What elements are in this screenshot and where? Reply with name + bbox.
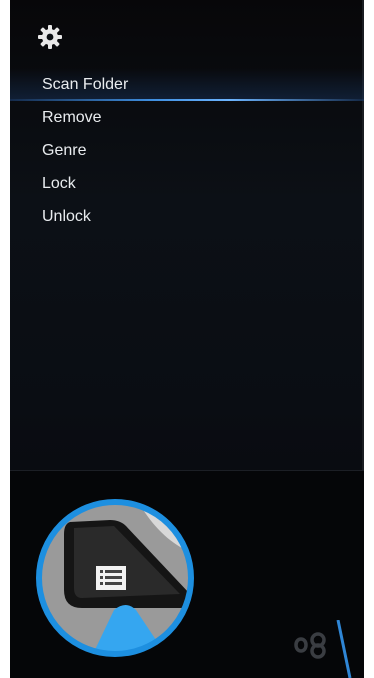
- screen: Scan Folder Remove Genre Lock Unlock: [0, 0, 374, 678]
- remote-button-callout: [36, 499, 194, 657]
- menu-item-remove[interactable]: Remove: [10, 101, 364, 134]
- menu-item-unlock[interactable]: Unlock: [10, 200, 364, 233]
- pointer-line: [336, 620, 352, 678]
- menu-item-lock[interactable]: Lock: [10, 167, 364, 200]
- menu-item-scan-folder[interactable]: Scan Folder: [10, 68, 364, 101]
- menu-list-icon: [96, 566, 126, 590]
- options-menu: Scan Folder Remove Genre Lock Unlock: [10, 68, 364, 233]
- settings-header: [10, 0, 364, 66]
- menu-item-genre[interactable]: Genre: [10, 134, 364, 167]
- gear-icon: [38, 25, 62, 49]
